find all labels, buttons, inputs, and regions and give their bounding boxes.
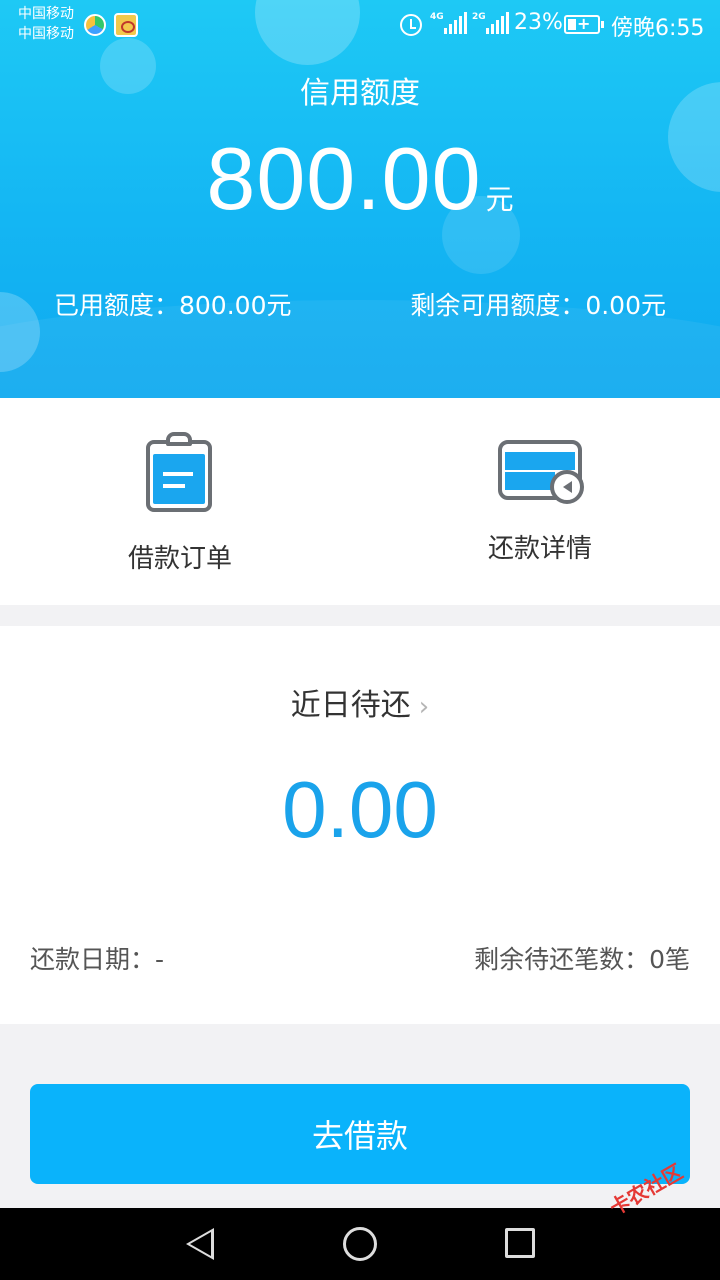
credit-unit: 元 xyxy=(485,183,514,216)
status-bar: 中国移动 中国移动 4G 2G 23% + 傍晚6:55 xyxy=(0,0,720,50)
battery-icon: + xyxy=(564,14,604,34)
network-type-label: 4G xyxy=(430,12,444,22)
signal-icon: 4G xyxy=(430,12,470,36)
loan-orders-button[interactable]: 借款订单 xyxy=(0,398,360,605)
borrow-button[interactable]: 去借款 xyxy=(30,1084,690,1184)
carrier-1: 中国移动 xyxy=(18,6,74,22)
chevron-right-icon: › xyxy=(418,692,430,722)
battery-percent: 23% xyxy=(514,10,563,35)
signal-icon: 2G xyxy=(472,12,512,36)
card-return-icon xyxy=(498,440,584,504)
recent-apps-icon[interactable] xyxy=(505,1228,535,1258)
remaining-credit: 剩余可用额度：0.00元 xyxy=(410,291,666,320)
upcoming-repayment-link[interactable]: 近日待还 › xyxy=(0,680,720,724)
remaining-repayment-count: 剩余待还笔数：0笔 xyxy=(474,945,690,974)
credit-title: 信用额度 xyxy=(300,76,420,111)
carrier-labels: 中国移动 中国移动 xyxy=(18,4,74,44)
carrier-2: 中国移动 xyxy=(18,26,74,42)
alarm-icon xyxy=(400,14,422,36)
home-icon[interactable] xyxy=(343,1227,377,1261)
loan-orders-label: 借款订单 xyxy=(127,544,232,574)
app-notification-icon xyxy=(84,14,106,36)
network-type-label: 2G xyxy=(472,12,486,22)
back-icon[interactable] xyxy=(186,1228,214,1260)
clipboard-icon xyxy=(146,432,212,512)
upcoming-repayment-panel: 近日待还 › 0.00 还款日期：- 剩余待还笔数：0笔 xyxy=(0,626,720,1024)
shortcut-panel: 借款订单 还款详情 xyxy=(0,398,720,605)
credit-header: 中国移动 中国移动 4G 2G 23% + 傍晚6:55 信用额度 800.00… xyxy=(0,0,720,398)
screen: 中国移动 中国移动 4G 2G 23% + 傍晚6:55 信用额度 800.00… xyxy=(0,0,720,1280)
used-credit: 已用额度：800.00元 xyxy=(54,291,292,320)
upcoming-repayment-title: 近日待还 xyxy=(290,688,411,723)
status-clock: 傍晚6:55 xyxy=(611,16,705,41)
repayment-details-label: 还款详情 xyxy=(487,534,592,564)
repayment-date: 还款日期：- xyxy=(30,945,165,974)
credit-amount: 800.00 xyxy=(206,129,482,228)
credit-amount-row: 800.00 元 xyxy=(0,128,720,230)
app-notification-icon xyxy=(114,13,138,37)
repayment-details-button[interactable]: 还款详情 xyxy=(360,398,720,605)
due-amount: 0.00 xyxy=(282,765,438,854)
system-nav-bar xyxy=(0,1208,720,1280)
